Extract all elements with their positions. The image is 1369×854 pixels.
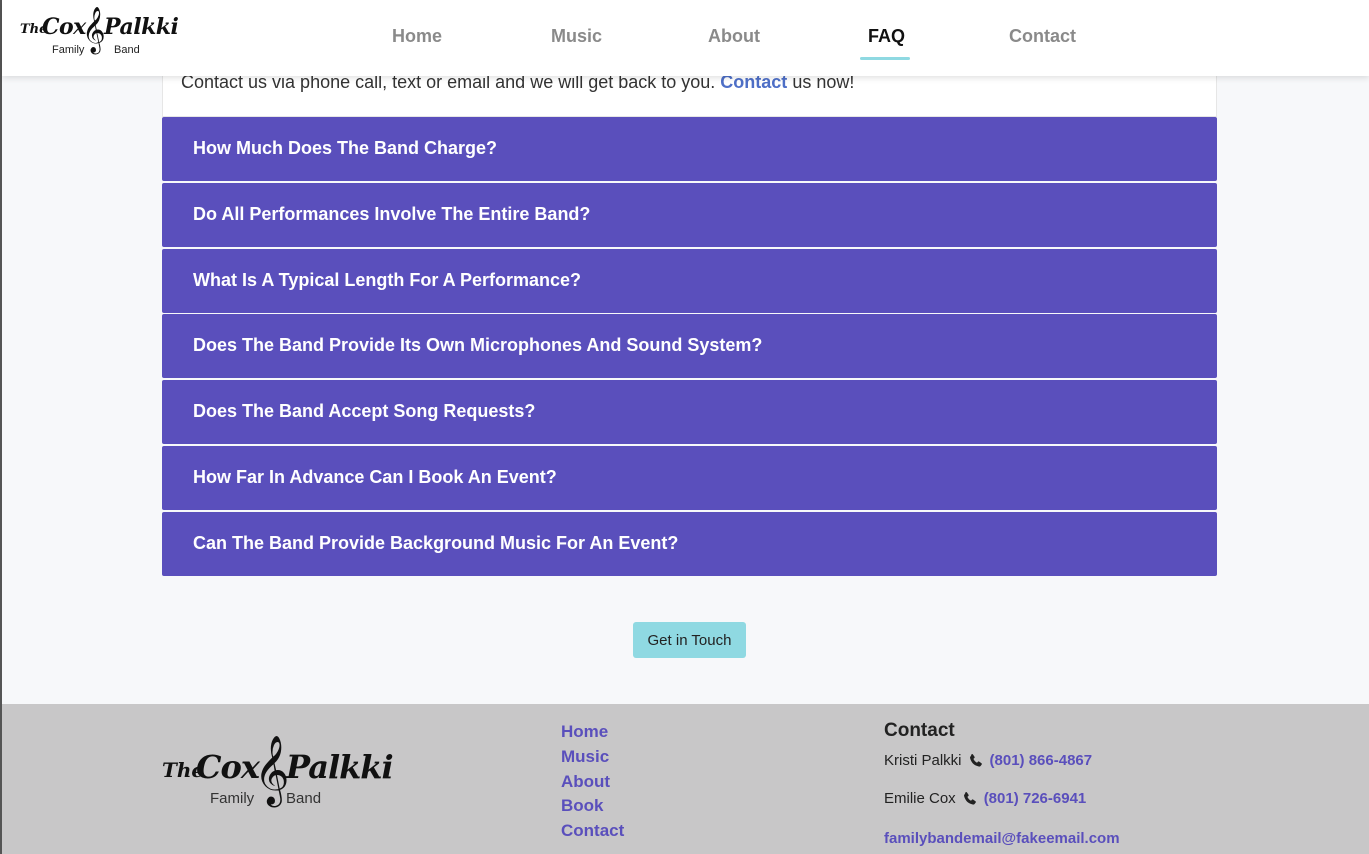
footer-link-home[interactable]: Home [561, 722, 608, 742]
treble-clef-icon: 𝄞 [82, 7, 106, 53]
footer-link-music[interactable]: Music [561, 747, 609, 767]
footer-link-contact[interactable]: Contact [561, 821, 624, 841]
contact-name: Kristi Palkki [884, 752, 962, 769]
footer-logo-palkki: Palkki [286, 748, 394, 786]
footer-link-about[interactable]: About [561, 772, 610, 792]
footer-logo-cox: Cox [196, 748, 260, 786]
faq-item[interactable]: Does The Band Provide Its Own Microphone… [162, 314, 1217, 378]
nav-music[interactable]: Music [551, 26, 602, 47]
logo-cox: Cox [42, 14, 86, 40]
site-logo[interactable]: The Cox 𝄞 Palkki Family Band [18, 7, 179, 64]
footer-contact-person: Emilie Cox (801) 726-6941 [884, 790, 1086, 807]
faq-item[interactable]: How Far In Advance Can I Book An Event? [162, 446, 1217, 510]
faq-question: Do All Performances Involve The Entire B… [193, 204, 591, 224]
nav-about[interactable]: About [708, 26, 760, 47]
faq-item[interactable]: Can The Band Provide Background Music Fo… [162, 512, 1217, 576]
contact-email-link[interactable]: familybandemail@fakeemail.com [884, 830, 1120, 847]
logo-palkki: Palkki [104, 14, 179, 40]
phone-icon [963, 791, 976, 805]
footer-link-book[interactable]: Book [561, 796, 604, 816]
faq-item[interactable]: Do All Performances Involve The Entire B… [162, 183, 1217, 247]
treble-clef-icon: 𝄞 [254, 735, 290, 805]
footer-contact-heading: Contact [884, 720, 955, 741]
faq-question: Does The Band Provide Its Own Microphone… [193, 335, 763, 355]
faq-question: What Is A Typical Length For A Performan… [193, 270, 582, 290]
nav-active-indicator [860, 57, 910, 60]
faq-question: Can The Band Provide Background Music Fo… [193, 533, 679, 553]
phone-icon [969, 753, 982, 767]
footer: The Cox 𝄞 Palkki Family Band Home Music … [2, 704, 1369, 854]
contact-phone-link[interactable]: (801) 726-6941 [984, 790, 1087, 807]
nav-faq[interactable]: FAQ [868, 26, 905, 47]
get-in-touch-button[interactable]: Get in Touch [633, 622, 746, 658]
faq-question: How Far In Advance Can I Book An Event? [193, 467, 557, 487]
logo-band: Band [114, 44, 140, 56]
faq-item[interactable]: Does The Band Accept Song Requests? [162, 380, 1217, 444]
faq-item[interactable]: How Much Does The Band Charge? [162, 117, 1217, 181]
contact-phone-link[interactable]: (801) 866-4867 [990, 752, 1093, 769]
faq-question: Does The Band Accept Song Requests? [193, 401, 536, 421]
footer-logo[interactable]: The Cox 𝄞 Palkki Family Band [162, 740, 402, 824]
faq-question: How Much Does The Band Charge? [193, 138, 498, 158]
logo-family: Family [52, 44, 85, 56]
nav-contact[interactable]: Contact [1009, 26, 1076, 47]
footer-contact-person: Kristi Palkki (801) 866-4867 [884, 752, 1092, 769]
navbar: The Cox 𝄞 Palkki Family Band Home Music … [2, 0, 1369, 76]
contact-name: Emilie Cox [884, 790, 956, 807]
footer-logo-family: Family [210, 790, 255, 807]
nav-home[interactable]: Home [392, 26, 442, 47]
faq-item[interactable]: What Is A Typical Length For A Performan… [162, 249, 1217, 313]
footer-logo-band: Band [286, 790, 322, 807]
